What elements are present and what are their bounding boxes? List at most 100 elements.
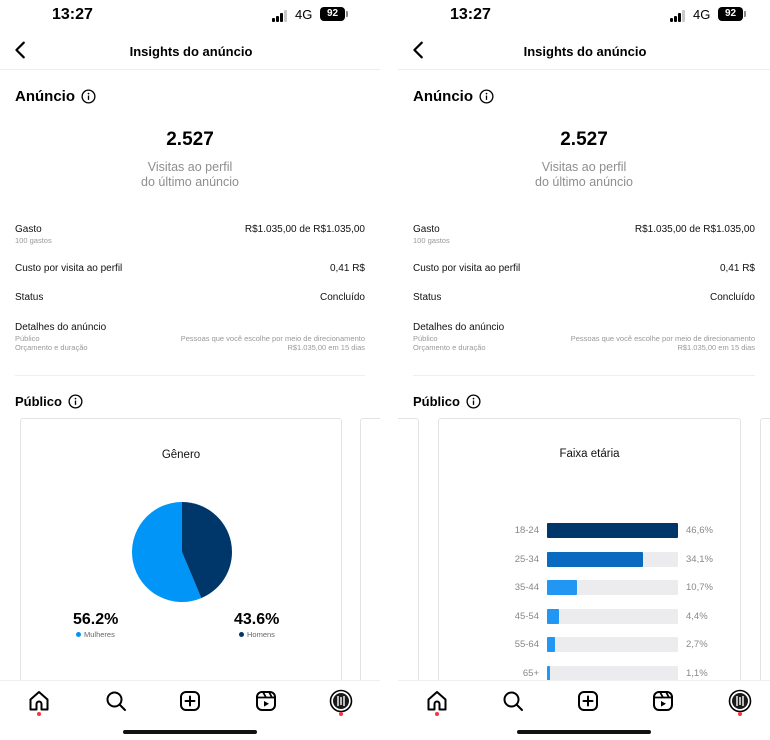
network-type: 4G bbox=[295, 7, 313, 22]
age-bar-label: 18-24 bbox=[514, 525, 539, 536]
spend-value: R$1.035,00 de R$1.035,00 bbox=[634, 224, 755, 235]
status-time: 13:27 bbox=[450, 6, 491, 23]
search-icon bbox=[106, 691, 126, 711]
age-bar-value: 4,4% bbox=[686, 610, 708, 622]
info-icon[interactable] bbox=[81, 89, 96, 104]
tab-search[interactable] bbox=[501, 689, 525, 713]
cpv-label: Custo por visita ao perfil bbox=[413, 263, 521, 274]
age-bar-fill bbox=[547, 608, 560, 624]
details-audience-value: Pessoas que você escolhe por meio de dir… bbox=[180, 334, 365, 343]
age-bar-track bbox=[547, 665, 678, 681]
reels-icon bbox=[653, 691, 673, 711]
age-bar-track bbox=[547, 551, 678, 567]
screen-age: 13:27 4G 92 Insights do anúncio Anúncio … bbox=[398, 0, 770, 740]
next-card-peek[interactable] bbox=[760, 418, 770, 698]
screen-gender: 13:27 4G 92 Insights do anúncio Anúncio … bbox=[0, 0, 380, 740]
age-bar-row: 55-64 2,7% bbox=[439, 637, 759, 653]
age-bar-value: 46,6% bbox=[686, 525, 713, 536]
tab-create[interactable] bbox=[178, 689, 202, 713]
tab-reels[interactable] bbox=[254, 689, 278, 713]
ad-section-title: Anúncio bbox=[413, 88, 494, 105]
cpv-row: Custo por visita ao perfil 0,41 R$ bbox=[15, 263, 365, 277]
gender-card[interactable]: Gênero 56.2% Mulheres 43.6% Homens bbox=[20, 418, 342, 698]
women-legend-label: Mulheres bbox=[84, 630, 115, 639]
spend-label: Gasto bbox=[413, 224, 440, 235]
home-indicator bbox=[517, 730, 651, 734]
cpv-value: 0,41 R$ bbox=[329, 263, 365, 274]
visits-count: 2.527 bbox=[560, 129, 608, 150]
ad-section-title: Anúncio bbox=[15, 88, 96, 105]
cpv-value: 0,41 R$ bbox=[719, 263, 755, 274]
age-bar-fill bbox=[547, 665, 551, 681]
details-sub: Público Orçamento e duração bbox=[413, 334, 486, 352]
header: Insights do anúncio bbox=[0, 34, 380, 70]
signal-icon bbox=[670, 10, 688, 22]
home-notification-dot bbox=[435, 712, 439, 716]
details-values: Pessoas que você escolhe por meio de dir… bbox=[571, 334, 755, 352]
age-chart-title: Faixa etária bbox=[559, 448, 620, 460]
home-icon bbox=[427, 691, 447, 711]
audience-section-label: Público bbox=[413, 394, 460, 409]
status-bar: 13:27 4G 92 bbox=[0, 0, 380, 30]
divider bbox=[413, 375, 755, 376]
audience-section-title: Público bbox=[15, 394, 83, 409]
info-icon[interactable] bbox=[479, 89, 494, 104]
tab-bar bbox=[398, 680, 770, 740]
info-icon[interactable] bbox=[466, 394, 481, 409]
tab-create[interactable] bbox=[576, 689, 600, 713]
age-bar-label: 35-44 bbox=[514, 582, 539, 593]
visits-caption-line2: do último anúncio bbox=[141, 175, 239, 189]
battery-tip bbox=[346, 11, 348, 17]
prev-card-peek[interactable] bbox=[398, 418, 419, 698]
men-legend-label: Homens bbox=[247, 630, 275, 639]
tab-bar bbox=[0, 680, 380, 740]
men-legend-dot bbox=[239, 632, 244, 637]
details-label: Detalhes do anúncio bbox=[15, 322, 107, 333]
visits-caption-line1: Visitas ao perfil bbox=[147, 160, 233, 174]
details-sub-budget: Orçamento e duração bbox=[15, 343, 88, 352]
next-card-peek[interactable] bbox=[360, 418, 380, 698]
details-row[interactable]: Detalhes do anúncio Público Orçamento e d… bbox=[413, 322, 755, 356]
age-bar-label: 55-64 bbox=[514, 639, 539, 650]
battery-icon: 92 bbox=[718, 7, 743, 21]
gender-pie-chart bbox=[131, 502, 232, 602]
page-title: Insights do anúncio bbox=[523, 44, 647, 59]
create-icon bbox=[180, 691, 200, 711]
battery-tip bbox=[744, 11, 746, 17]
tab-profile[interactable] bbox=[329, 689, 353, 713]
spend-sub: 100 gastos bbox=[15, 236, 52, 245]
status-label: Status bbox=[15, 292, 44, 303]
details-sub-budget: Orçamento e duração bbox=[413, 343, 486, 352]
status-time: 13:27 bbox=[52, 6, 93, 23]
tab-search[interactable] bbox=[104, 689, 128, 713]
divider bbox=[15, 375, 365, 376]
age-bar-track bbox=[547, 637, 678, 652]
age-bar-row: 18-24 46,6% bbox=[439, 523, 759, 539]
spend-label: Gasto bbox=[15, 224, 42, 235]
details-budget-value: R$1.035,00 em 15 dias bbox=[677, 343, 755, 352]
men-percentage: 43.6% bbox=[234, 611, 280, 628]
details-sub-audience: Público bbox=[15, 334, 40, 343]
home-icon bbox=[29, 691, 49, 711]
age-bar-fill bbox=[547, 637, 555, 652]
age-bar-label: 25-34 bbox=[514, 553, 539, 565]
details-row[interactable]: Detalhes do anúncio Público Orçamento e d… bbox=[15, 322, 365, 356]
age-bar-fill bbox=[547, 523, 678, 538]
tab-home[interactable] bbox=[425, 689, 449, 713]
age-card[interactable]: Faixa etária 18-24 46,6% 25-34 34,1% 35-44 10… bbox=[438, 418, 741, 698]
info-icon[interactable] bbox=[68, 394, 83, 409]
tab-home[interactable] bbox=[27, 689, 51, 713]
spend-value: R$1.035,00 de R$1.035,00 bbox=[244, 224, 365, 235]
men-legend: Homens bbox=[239, 630, 275, 639]
spend-sub: 100 gastos bbox=[413, 236, 450, 245]
age-bar-label: 45-54 bbox=[514, 610, 539, 622]
tab-reels[interactable] bbox=[651, 689, 675, 713]
visits-caption: Visitas ao perfil do último anúncio bbox=[0, 160, 380, 190]
age-bar-chart: 18-24 46,6% 25-34 34,1% 35-44 10,7% 45-54 4,4% 5… bbox=[439, 523, 759, 693]
cpv-label: Custo por visita ao perfil bbox=[15, 263, 123, 274]
age-bar-label: 65+ bbox=[522, 667, 539, 679]
audience-section-title: Público bbox=[413, 394, 481, 409]
women-legend-dot bbox=[76, 632, 81, 637]
tab-profile[interactable] bbox=[728, 689, 752, 713]
age-bar-row: 25-34 34,1% bbox=[439, 551, 759, 568]
